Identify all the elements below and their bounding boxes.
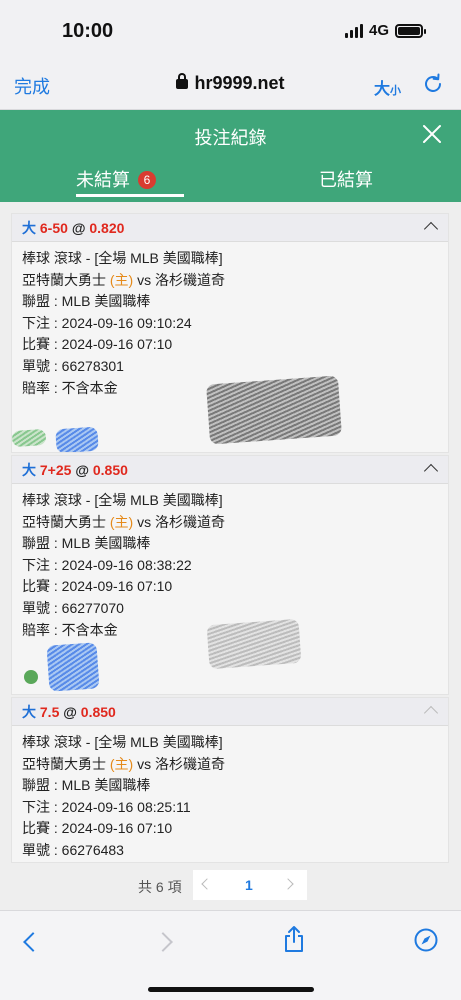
match-row: 比賽 : 2024-09-16 07:10 [22, 336, 173, 353]
url-text: hr9999.net [194, 73, 285, 93]
status-time: 10:00 [62, 20, 114, 42]
close-icon[interactable] [420, 122, 444, 146]
redaction-scribble [55, 426, 99, 452]
placed-row: 下注 : 2024-09-16 09:10:24 [22, 314, 192, 331]
league-row: 聯盟 : MLB 美國職棒 [22, 777, 151, 794]
bet-details: 棒球 滾球 - [全場 MLB 美國職棒] 亞特蘭大勇士 (主) vs 洛杉磯道… [12, 242, 448, 399]
chevron-left-icon[interactable] [201, 878, 213, 890]
match-row: 比賽 : 2024-09-16 07:10 [22, 820, 173, 837]
bet-details: 棒球 滾球 - [全場 MLB 美國職棒] 亞特蘭大勇士 (主) vs 洛杉磯道… [12, 484, 448, 641]
chevron-right-icon[interactable] [282, 878, 294, 890]
bet-card: 大 7.5 @ 0.850 棒球 滾球 - [全場 MLB 美國職棒] 亞特蘭大… [11, 697, 449, 863]
status-right: 4G [344, 22, 426, 39]
league-row: 聯盟 : MLB 美國職棒 [22, 535, 151, 552]
home-tag: (主) [109, 513, 134, 530]
sport-row: 棒球 滾球 - [全場 MLB 美國職棒] [22, 492, 223, 508]
tab-unsettled[interactable]: 未結算 6 [76, 166, 184, 192]
chevron-up-icon[interactable] [423, 705, 439, 721]
home-tag: (主) [109, 755, 134, 772]
bet-line: 7.5 [39, 704, 60, 720]
bet-odds: 0.820 [89, 220, 125, 236]
vs-label: vs [137, 755, 152, 772]
teams-row: 亞特蘭大勇士 (主) vs 洛杉磯道奇 [22, 512, 438, 534]
lock-icon [176, 73, 189, 89]
teams-row: 亞特蘭大勇士 (主) vs 洛杉磯道奇 [22, 754, 438, 776]
at-sign: @ [75, 462, 89, 478]
bet-odds: 0.850 [80, 704, 116, 720]
away-team: 洛杉磯道奇 [155, 271, 225, 288]
app-header: 投注紀錄 未結算 6 已結算 [0, 110, 461, 202]
sport-row: 棒球 滾球 - [全場 MLB 美國職棒] [22, 734, 223, 750]
at-sign: @ [71, 220, 86, 236]
bet-line: 7+25 [39, 462, 72, 478]
sport-row: 棒球 滾球 - [全場 MLB 美國職棒] [22, 250, 223, 266]
reload-icon[interactable] [421, 72, 445, 96]
home-tag: (主) [109, 271, 134, 288]
text-size-button[interactable]: 大小 [374, 75, 401, 99]
ticket-row: 單號 : 66278301 [22, 357, 124, 374]
home-team: 亞特蘭大勇士 [22, 271, 106, 288]
signal-icon [344, 23, 363, 38]
bet-card-header[interactable]: 大 7.5 @ 0.850 [12, 698, 448, 726]
network-label: 4G [368, 22, 389, 39]
redaction-scribble [206, 618, 302, 670]
tab-unsettled-label: 未結算 [76, 170, 130, 190]
pagination: 共 6 項 1 [0, 870, 461, 900]
teams-row: 亞特蘭大勇士 (主) vs 洛杉磯道奇 [22, 270, 438, 292]
browser-bar: 完成 hr9999.net 大小 [0, 62, 461, 110]
tab-settled[interactable]: 已結算 [319, 166, 373, 192]
home-team: 亞特蘭大勇士 [22, 513, 106, 530]
bet-type: 大 [22, 462, 36, 478]
count-badge: 6 [138, 171, 156, 189]
current-page[interactable]: 1 [245, 877, 253, 893]
home-indicator [148, 987, 314, 992]
browser-toolbar [0, 910, 461, 1000]
at-sign: @ [63, 704, 77, 720]
total-count: 共 6 項 [138, 879, 182, 895]
redaction-scribble [46, 642, 100, 692]
status-icon [24, 670, 38, 684]
bet-line: 6-50 [39, 220, 68, 236]
bet-details: 棒球 滾球 - [全場 MLB 美國職棒] 亞特蘭大勇士 (主) vs 洛杉磯道… [12, 726, 448, 862]
bet-card-header[interactable]: 大 6-50 @ 0.820 [12, 214, 448, 242]
away-team: 洛杉磯道奇 [155, 755, 225, 772]
bet-type: 大 [22, 220, 36, 236]
bet-type: 大 [22, 704, 36, 720]
redaction-scribble [206, 375, 342, 445]
status-bar: 10:00 4G [0, 0, 461, 62]
redaction-scribble [12, 428, 47, 448]
match-row: 比賽 : 2024-09-16 07:10 [22, 578, 173, 595]
forward-icon[interactable] [153, 932, 173, 952]
chevron-up-icon[interactable] [423, 463, 439, 479]
battery-icon [395, 23, 426, 38]
bet-odds: 0.850 [92, 462, 128, 478]
compass-icon[interactable] [414, 928, 438, 952]
away-team: 洛杉磯道奇 [155, 513, 225, 530]
text-size-big: 大 [374, 81, 391, 98]
home-team: 亞特蘭大勇士 [22, 755, 106, 772]
bet-card: 大 7+25 @ 0.850 棒球 滾球 - [全場 MLB 美國職棒] 亞特蘭… [11, 455, 449, 695]
ticket-row: 單號 : 66276483 [22, 841, 124, 858]
league-row: 聯盟 : MLB 美國職棒 [22, 293, 151, 310]
placed-row: 下注 : 2024-09-16 08:25:11 [22, 798, 191, 815]
text-size-small: 小 [390, 85, 402, 97]
chevron-up-icon[interactable] [423, 221, 439, 237]
back-icon[interactable] [23, 932, 43, 952]
active-tab-indicator [76, 194, 184, 197]
vs-label: vs [137, 513, 152, 530]
bet-card: 大 6-50 @ 0.820 棒球 滾球 - [全場 MLB 美國職棒] 亞特蘭… [11, 213, 449, 453]
placed-row: 下注 : 2024-09-16 08:38:22 [22, 556, 192, 573]
share-icon[interactable] [283, 925, 305, 953]
pager: 1 [193, 870, 307, 900]
ticket-row: 單號 : 66277070 [22, 599, 124, 616]
vs-label: vs [137, 271, 152, 288]
bet-card-header[interactable]: 大 7+25 @ 0.850 [12, 456, 448, 484]
page-title: 投注紀錄 [194, 128, 267, 148]
